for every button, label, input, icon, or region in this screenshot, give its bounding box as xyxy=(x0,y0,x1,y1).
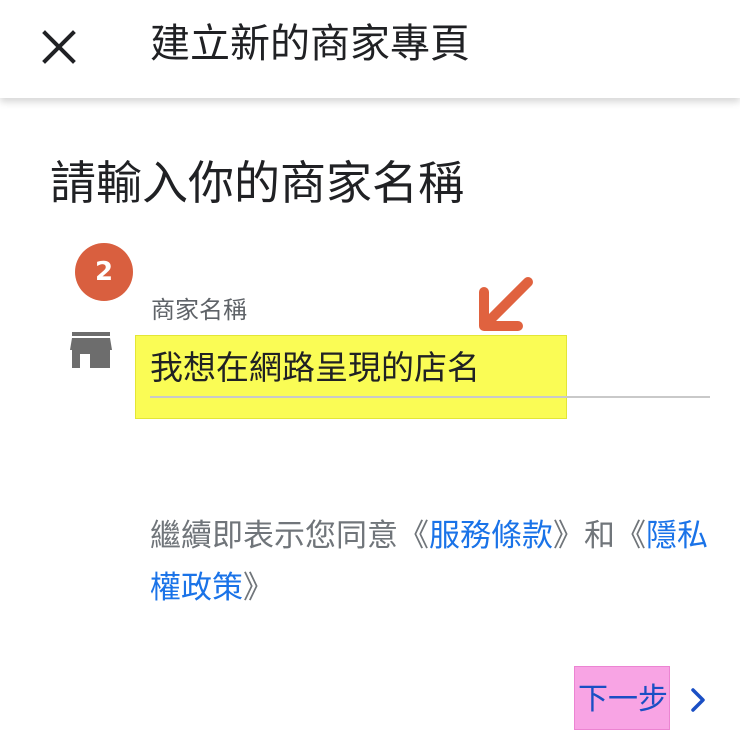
close-icon xyxy=(42,30,76,64)
business-name-label: 商家名稱 xyxy=(151,296,247,324)
step-badge: 2 xyxy=(75,243,133,301)
chevron-right-icon xyxy=(691,688,705,712)
next-button-label: 下一步 xyxy=(578,682,668,717)
close-button[interactable] xyxy=(36,24,82,70)
arrow-down-left-icon xyxy=(479,277,533,331)
terms-prefix: 繼續即表示您同意《 xyxy=(150,518,429,554)
terms-of-service-link[interactable]: 服務條款 xyxy=(429,518,553,554)
terms-suffix: 》 xyxy=(243,570,274,606)
section-heading: 請輸入你的商家名稱 xyxy=(50,156,464,210)
input-underline xyxy=(150,396,710,398)
terms-middle: 》和《 xyxy=(553,518,646,554)
terms-notice: 繼續即表示您同意《服務條款》和《隱私權政策》 xyxy=(150,510,720,614)
next-button[interactable]: 下一步 xyxy=(578,676,710,724)
business-name-input[interactable] xyxy=(150,342,560,394)
store-icon xyxy=(70,332,112,368)
page-title: 建立新的商家專頁 xyxy=(150,21,470,67)
app-bar: 建立新的商家專頁 xyxy=(0,0,740,98)
